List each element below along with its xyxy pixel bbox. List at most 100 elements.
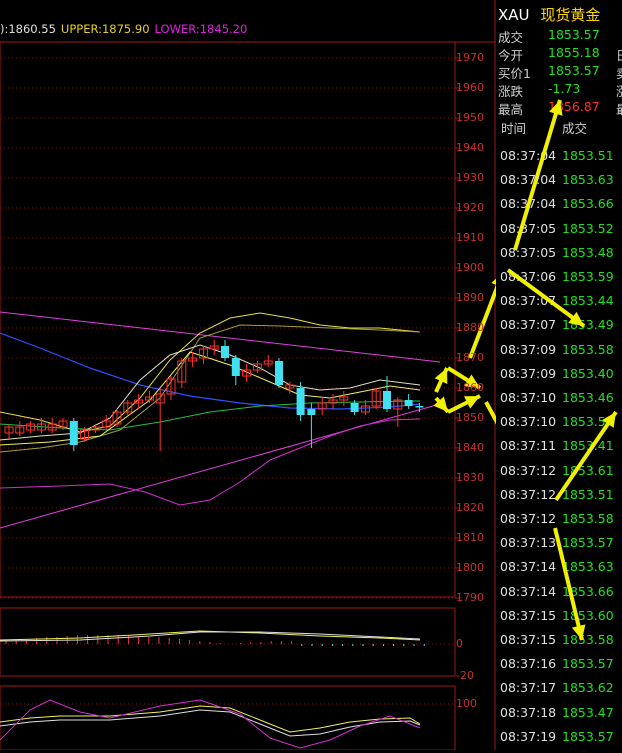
quote-extra-label: 卖	[616, 63, 622, 82]
quote-extra-label: 日	[616, 45, 622, 64]
candle-body-down	[231, 358, 240, 376]
trade-price: 1853.63	[562, 172, 614, 188]
trade-row: 08:37:07 1853.44	[500, 293, 614, 317]
quote-row: 最高 1856.87 最	[498, 99, 622, 118]
candle-body-down	[383, 391, 391, 409]
price-axis-label: 1940	[456, 141, 484, 154]
trade-price: 1853.49	[562, 317, 614, 333]
quote-label: 今开	[498, 48, 524, 63]
price-axis-label: 1840	[456, 441, 484, 454]
trade-row: 08:37:12 1853.61	[500, 463, 614, 487]
trade-price: 1853.57	[562, 656, 614, 672]
trade-price: 1853.52	[562, 220, 614, 236]
quote-extra-label: 最	[616, 99, 622, 118]
trade-time: 08:37:12	[500, 511, 557, 526]
trade-row: 08:37:04 1853.51	[500, 148, 614, 172]
trade-time: 08:37:04	[500, 172, 557, 188]
quote-extra-label: 涨	[616, 81, 622, 100]
trade-price: 1853.47	[562, 704, 614, 720]
macd-dea-line	[0, 631, 421, 642]
candle-body-down	[307, 409, 316, 415]
trade-time: 08:37:10	[500, 390, 557, 405]
trade-price: 1853.58	[562, 511, 614, 526]
trade-row: 08:37:11 1853.41	[500, 438, 614, 462]
trade-price: 1853.46	[562, 390, 614, 405]
trade-price: 1853.58	[562, 632, 614, 647]
trade-row: 08:37:10 1853.5	[500, 414, 606, 438]
trade-row: 08:37:14 1853.66	[500, 584, 614, 608]
trade-price: 1853.44	[562, 293, 614, 309]
trade-price: 1853.48	[562, 244, 614, 260]
trade-row: 08:37:13 1853.57	[500, 535, 614, 559]
trade-row: 08:37:12 1853.51	[500, 486, 614, 511]
trade-row: 08:37:05 1853.52	[500, 221, 614, 245]
trade-time: 08:37:07	[500, 317, 557, 333]
trade-price: 1853.66	[562, 583, 614, 599]
indicator-legend: ):1860.55 UPPER:1875.90 LOWER:1845.20	[0, 22, 252, 36]
trade-price: 1853.5	[562, 414, 606, 430]
trade-price: 1853.57	[562, 535, 614, 551]
candle-body-down	[296, 388, 305, 415]
price-axis-label: 1930	[456, 171, 484, 184]
trade-row: 08:37:10 1853.46	[500, 390, 614, 414]
price-axis-label: 1800	[456, 561, 484, 574]
trade-header-time: 时间	[501, 121, 527, 136]
trade-time: 08:37:14	[500, 559, 557, 575]
trade-row: 08:37:15 1853.58	[500, 632, 614, 656]
trade-time: 08:37:15	[500, 632, 557, 647]
trade-header-price: 成交	[562, 121, 588, 136]
legend-upper: UPPER:1875.90	[60, 22, 150, 36]
trade-row: 08:37:06 1853.59	[500, 269, 614, 293]
trade-time: 08:37:19	[500, 728, 557, 744]
price-axis-label: 1790	[456, 591, 484, 604]
quote-row: 涨跌 -1.73 涨	[498, 81, 622, 100]
candle-body-down	[275, 361, 283, 385]
trade-time: 08:37:11	[500, 438, 557, 454]
trade-row: 08:37:15 1853.60	[500, 608, 614, 632]
trade-time: 08:37:09	[500, 365, 557, 381]
trade-price: 1853.59	[562, 269, 614, 284]
trade-time: 08:37:06	[500, 269, 557, 284]
quote-label: 买价1	[498, 66, 531, 81]
trade-row: 08:37:09 1853.40	[500, 365, 614, 390]
trade-time: 08:37:12	[500, 486, 557, 502]
trade-price: 1853.57	[562, 728, 614, 744]
trade-price: 1853.51	[562, 148, 614, 163]
quote-name: 现货黄金	[540, 6, 601, 24]
trade-price: 1853.62	[562, 680, 614, 696]
price-axis-label: 1810	[456, 531, 484, 544]
price-axis-label: 1890	[456, 291, 484, 304]
price-axis-label: 1860	[456, 381, 484, 394]
trade-row: 08:37:04 1853.66	[500, 196, 614, 220]
trade-row: 08:37:17 1853.62	[500, 680, 614, 704]
trade-time: 08:37:04	[500, 148, 557, 163]
kdj-k-line	[0, 705, 421, 733]
price-axis-label: 1870	[456, 351, 484, 364]
trade-row: 08:37:05 1853.48	[500, 245, 614, 269]
quote-title: XAU 现货黄金	[498, 4, 600, 25]
trade-price: 1853.66	[562, 196, 614, 212]
price-axis-label: 1920	[456, 201, 484, 214]
quote-symbol: XAU	[498, 6, 530, 24]
trade-time: 08:37:18	[500, 704, 557, 720]
sub-axis-label: 0	[456, 637, 463, 650]
trade-row: 08:37:07 1853.49	[500, 317, 614, 341]
quote-label: 最高	[498, 102, 524, 117]
chart-area	[0, 0, 496, 750]
candle-body-down	[350, 403, 359, 412]
kdj-j-line	[0, 699, 421, 749]
quote-row: 成交 1853.57	[498, 27, 622, 46]
candle-body-down	[69, 421, 78, 445]
quote-panel: XAU 现货黄金 成交 1853.57 今开 1855.18 日买价1 1853.57 卖涨…	[496, 0, 622, 750]
price-axis-label: 1910	[456, 231, 484, 244]
trade-row: 08:37:04 1853.63	[500, 172, 614, 196]
trade-row: 08:37:09 1853.58	[500, 342, 614, 366]
trade-price: 1853.40	[562, 365, 614, 381]
candle-body-down	[404, 400, 413, 406]
trade-row: 08:37:12 1853.58	[500, 511, 614, 535]
price-axis-label: 1960	[456, 81, 484, 94]
quote-value: 1853.57	[548, 27, 600, 42]
trendline-lower	[0, 403, 441, 529]
price-axis-label: 1830	[456, 471, 484, 484]
price-axis-label: 1950	[456, 111, 484, 124]
